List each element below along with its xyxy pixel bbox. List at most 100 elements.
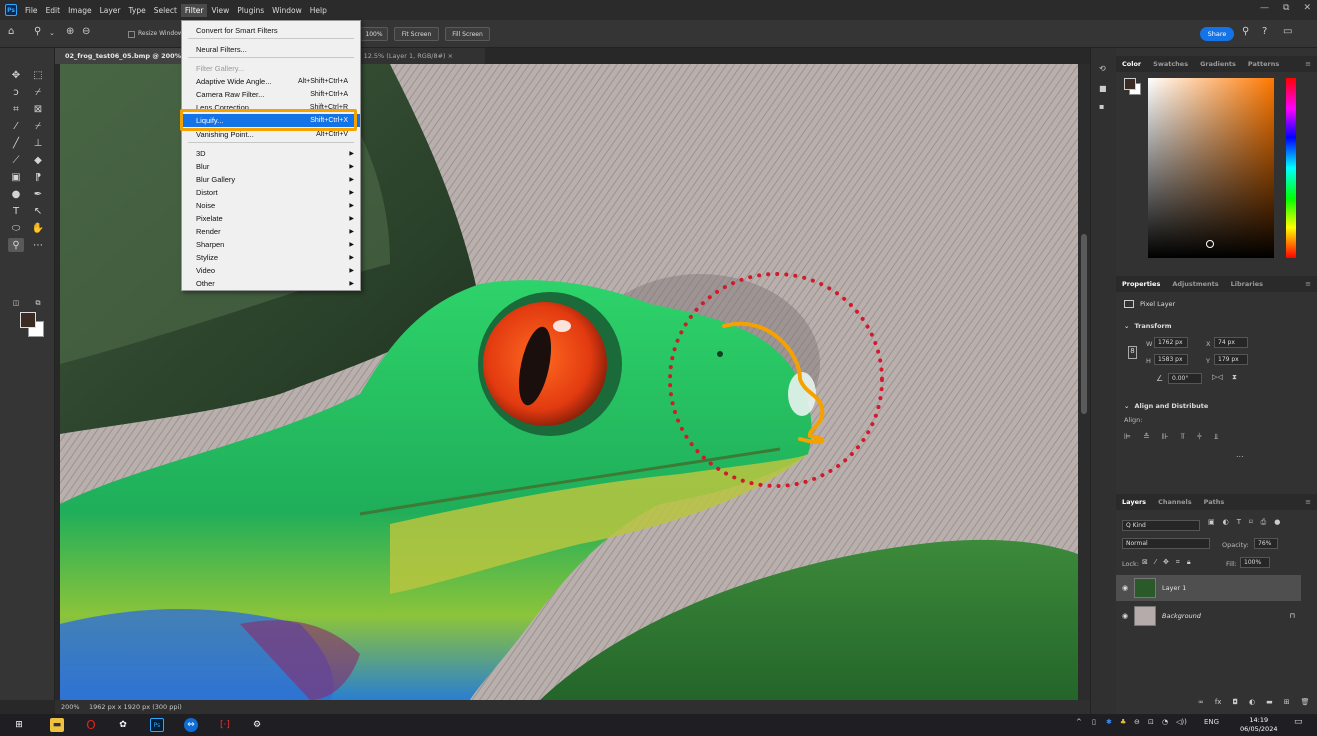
y-field[interactable]: 179 px [1214, 354, 1248, 365]
filter-menu-item-stylize[interactable]: Stylize ▶ [182, 251, 360, 264]
document-info[interactable]: 1962 px x 1920 px (300 ppi) [83, 703, 182, 711]
smart-filter-icon[interactable]: ⎙ [1261, 518, 1267, 527]
bracket-app-icon[interactable]: [·] [218, 718, 232, 732]
opera-icon[interactable]: O [84, 718, 98, 732]
align-section[interactable]: ⌄ Align and Distribute [1124, 402, 1208, 410]
tab-layers[interactable]: Layers [1116, 498, 1152, 506]
more-options-button[interactable]: ... [1236, 450, 1244, 459]
blur-tool-icon[interactable]: ⁋ [30, 170, 46, 184]
filter-menu-item-filter-gallery[interactable]: Filter Gallery... [182, 62, 360, 75]
screen-mode-icon[interactable]: ⧉ [30, 296, 46, 310]
panel-menu-icon[interactable]: ≡ [1305, 280, 1311, 288]
align-right-icon[interactable]: ⊪ [1162, 432, 1169, 442]
tab-properties[interactable]: Properties [1116, 280, 1166, 288]
layer-name[interactable]: Layer 1 [1162, 584, 1186, 592]
filter-menu-item-3d[interactable]: 3D ▶ [182, 147, 360, 160]
tab-channels[interactable]: Channels [1152, 498, 1198, 506]
adjustment-filter-icon[interactable]: ◐ [1223, 518, 1229, 527]
quick-mask-icon[interactable]: ◫ [8, 296, 24, 310]
dodge-tool-icon[interactable]: ● [8, 187, 24, 201]
history-panel-icon[interactable]: ⟲ [1099, 64, 1109, 73]
pixel-filter-icon[interactable]: ▣ [1208, 518, 1215, 527]
fill-field[interactable]: 100% [1240, 557, 1270, 568]
lock-all-icon[interactable]: 🔒︎ [1187, 558, 1191, 567]
windows-start-icon[interactable]: ⊞ [12, 718, 26, 732]
lock-artboard-icon[interactable]: ⌗ [1176, 558, 1180, 567]
link-icon[interactable]: 8 [1128, 346, 1137, 359]
filter-menu-item-sharpen[interactable]: Sharpen ▶ [182, 238, 360, 251]
new-group-icon[interactable]: ▬ [1266, 698, 1273, 706]
link-layers-icon[interactable]: ∞ [1198, 698, 1204, 706]
new-layer-icon[interactable]: ⊞ [1284, 698, 1290, 706]
home-icon[interactable]: ⌂ [8, 26, 14, 37]
align-left-icon[interactable]: ⊫ [1124, 432, 1131, 442]
filter-menu-item-neural-filters[interactable]: Neural Filters... [182, 43, 360, 56]
tray-app-icon[interactable]: ▯ [1092, 718, 1096, 726]
vertical-scrollbar[interactable] [1078, 64, 1090, 700]
zoom-in-icon[interactable]: ⊕ [66, 26, 74, 37]
add-mask-icon[interactable]: ◘ [1232, 698, 1238, 706]
crop-tool-icon[interactable]: ⌗ [8, 102, 24, 116]
comments-panel-icon[interactable]: ▪ [1099, 102, 1109, 111]
height-field[interactable]: 1583 px [1154, 354, 1188, 365]
help-icon[interactable]: ? [1262, 26, 1267, 37]
vertical-scroll-thumb[interactable] [1081, 234, 1087, 414]
shape-tool-icon[interactable]: ⬭ [8, 221, 24, 235]
wifi-icon[interactable]: ◔ [1162, 718, 1168, 726]
lock-position-icon[interactable]: ✥ [1163, 558, 1169, 567]
type-filter-icon[interactable]: T [1237, 518, 1241, 527]
color-saturation-field[interactable] [1148, 78, 1274, 258]
tab-gradients[interactable]: Gradients [1194, 60, 1242, 68]
zoom-100-button[interactable]: 100% [360, 27, 388, 41]
layer-row-background[interactable]: ◉ Background ⊓ [1116, 603, 1301, 629]
filter-menu-item-distort[interactable]: Distort ▶ [182, 186, 360, 199]
filter-menu-item-convert-for-smart-filters[interactable]: Convert for Smart Filters [182, 24, 360, 37]
tray-app2-icon[interactable]: ♣ [1120, 718, 1126, 726]
teamviewer-icon[interactable]: ⇔ [184, 718, 198, 732]
resize-windows-checkbox[interactable] [128, 31, 135, 38]
hand-tool-icon[interactable]: ✋ [30, 221, 46, 235]
history-brush-icon[interactable]: ⟋ [8, 153, 24, 167]
chevron-down-icon[interactable]: ⌄ [49, 29, 55, 37]
menu-help[interactable]: Help [306, 4, 331, 17]
restore-icon[interactable]: ⧉ [1283, 3, 1289, 13]
fit-screen-button[interactable]: Fit Screen [394, 27, 439, 41]
lock-transparency-icon[interactable]: ⊠ [1142, 558, 1148, 567]
lock-pixels-icon[interactable]: ⁄ [1155, 558, 1156, 567]
eyedropper-tool-icon[interactable]: ⁄ [8, 119, 24, 133]
bluetooth-icon[interactable]: ✱ [1106, 718, 1112, 726]
path-select-tool-icon[interactable]: ↖ [30, 204, 46, 218]
filter-menu-item-vanishing-point[interactable]: Vanishing Point... Alt+Ctrl+V [182, 128, 360, 141]
tray-app3-icon[interactable]: ⊖ [1134, 718, 1140, 726]
layer-kind-filter[interactable]: Q Kind [1122, 520, 1200, 531]
volume-icon[interactable]: ◁)) [1176, 718, 1187, 726]
file-explorer-icon[interactable]: ▬ [50, 718, 64, 732]
system-clock[interactable]: 14:19 06/05/2024 [1240, 716, 1277, 734]
filter-menu-item-adaptive-wide-angle[interactable]: Adaptive Wide Angle... Alt+Shift+Ctrl+A [182, 75, 360, 88]
angle-field[interactable]: 0.00° [1168, 373, 1202, 384]
layer-name[interactable]: Background [1162, 612, 1201, 620]
adjustment-layer-icon[interactable]: ◐ [1249, 698, 1255, 706]
x-field[interactable]: 74 px [1214, 337, 1248, 348]
menu-window[interactable]: Window [268, 4, 306, 17]
photoshop-logo-icon[interactable]: Ps [5, 4, 17, 16]
hue-slider[interactable] [1286, 78, 1296, 258]
filter-menu-item-render[interactable]: Render ▶ [182, 225, 360, 238]
fill-screen-button[interactable]: Fill Screen [445, 27, 490, 41]
marquee-tool-icon[interactable]: ⬚ [30, 68, 46, 82]
pen-tool-icon[interactable]: ✒ [30, 187, 46, 201]
menu-select[interactable]: Select [150, 4, 181, 17]
gimp-icon[interactable]: ✿ [116, 718, 130, 732]
align-bottom-icon[interactable]: ⫫ [1214, 432, 1219, 442]
notifications-icon[interactable]: ▭ [1294, 717, 1303, 727]
gradient-tool-icon[interactable]: ▣ [8, 170, 24, 184]
stamp-tool-icon[interactable]: ⊥ [30, 136, 46, 150]
tray-app4-icon[interactable]: ⊡ [1148, 718, 1154, 726]
menu-file[interactable]: File [21, 4, 42, 17]
eye-icon[interactable]: ◉ [1116, 584, 1134, 592]
share-button[interactable]: Share [1200, 27, 1234, 41]
filter-menu-item-blur[interactable]: Blur ▶ [182, 160, 360, 173]
menu-type[interactable]: Type [125, 4, 150, 17]
brush-tool-icon[interactable]: ╱ [8, 136, 24, 150]
flip-horizontal-icon[interactable]: ▷◁ [1212, 373, 1223, 381]
